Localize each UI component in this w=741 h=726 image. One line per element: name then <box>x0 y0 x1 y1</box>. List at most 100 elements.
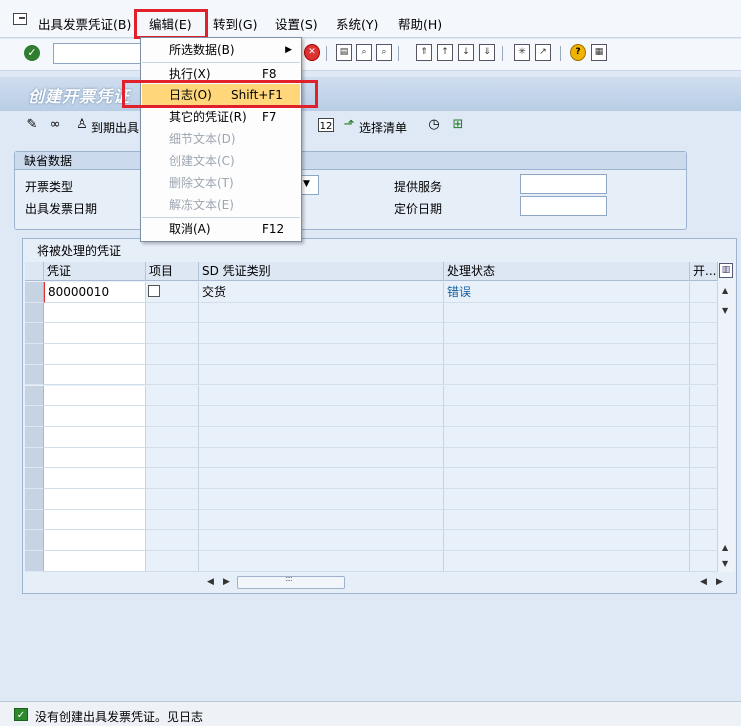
due-billing-button[interactable]: 到期出具 <box>91 119 139 136</box>
cancel-icon[interactable]: ✕ <box>304 44 320 61</box>
row-selector[interactable] <box>25 406 44 427</box>
print-icon[interactable]: ▤ <box>336 44 352 61</box>
status-message[interactable]: 没有创建出具发票凭证。见日志 <box>35 708 203 725</box>
table-cell-item <box>146 385 199 407</box>
clock-icon[interactable]: ◷ <box>426 117 442 133</box>
row-selector[interactable] <box>25 468 44 489</box>
column-header-category[interactable]: SD 凭证类别 <box>199 262 444 281</box>
column-header-status[interactable]: 处理状态 <box>444 262 690 281</box>
scroll-left-icon[interactable]: ◀ <box>207 577 214 587</box>
scroll-page-down-icon[interactable]: ▼ <box>722 559 728 568</box>
selection-list-icon[interactable]: ⬏ <box>341 117 357 133</box>
menu-item-selected-data[interactable]: 所选数据(B) ▶ <box>142 39 300 61</box>
horizontal-scroll-thumb[interactable]: :::: <box>237 574 345 589</box>
table-cell-more <box>690 323 718 345</box>
table-cell-category <box>199 426 444 448</box>
table-cell-document[interactable] <box>44 344 146 365</box>
scroll-down-icon[interactable]: ▼ <box>722 306 728 315</box>
table-cell-document[interactable] <box>44 364 146 386</box>
table-cell-more <box>690 385 718 407</box>
table-cell-status: 错误 <box>444 282 690 303</box>
last-page-icon[interactable]: ⇓ <box>479 44 495 61</box>
table-cell-more <box>690 364 718 386</box>
menu-item-other-documents[interactable]: 其它的凭证(R) F7 <box>142 106 300 128</box>
scroll-right-icon[interactable]: ▶ <box>223 577 230 587</box>
first-page-icon[interactable]: ⇑ <box>416 44 432 61</box>
table-cell-document[interactable]: 80000010 <box>44 282 146 303</box>
table-cell-item <box>146 323 199 345</box>
calendar-icon[interactable]: 12 <box>318 118 334 132</box>
table-cell-document[interactable] <box>44 489 146 510</box>
previous-page-icon[interactable]: ↑ <box>437 44 453 61</box>
help-icon[interactable]: ? <box>570 44 586 61</box>
menu-system[interactable]: 系统(Y) <box>336 14 378 33</box>
menu-goto[interactable]: 转到(G) <box>213 14 257 33</box>
table-cell-more <box>690 344 718 365</box>
row-selector[interactable] <box>25 385 44 407</box>
row-selector[interactable] <box>25 530 44 552</box>
row-selector[interactable] <box>25 426 44 448</box>
table-cell-status <box>444 364 690 386</box>
table-cell-document[interactable] <box>44 551 146 572</box>
table-cell-status <box>444 302 690 324</box>
column-header-more[interactable]: 开... <box>690 262 718 281</box>
row-selector[interactable] <box>25 323 44 345</box>
find-icon[interactable]: ⌕ <box>356 44 372 61</box>
table-cell-status <box>444 468 690 489</box>
table-cell-document[interactable] <box>44 406 146 427</box>
menu-item-cancel[interactable]: 取消(A) F12 <box>142 217 300 239</box>
default-data-header: 缺省数据 <box>15 152 686 170</box>
new-session-icon[interactable]: ✳ <box>514 44 530 61</box>
table-cell-document[interactable] <box>44 509 146 531</box>
row-selector[interactable] <box>25 509 44 531</box>
menu-settings[interactable]: 设置(S) <box>275 14 318 33</box>
horizontal-scrollbar[interactable]: ◀ ▶ :::: ◀ ▶ <box>200 574 723 591</box>
table-cell-document[interactable] <box>44 385 146 407</box>
row-selector[interactable] <box>25 447 44 469</box>
row-selector[interactable] <box>25 364 44 386</box>
person-icon[interactable]: ♙ <box>74 117 90 133</box>
menu-billing-document[interactable]: 出具发票凭证(B) <box>38 14 131 33</box>
services-input[interactable] <box>520 174 607 194</box>
column-header-document[interactable]: 凭证 <box>44 262 146 281</box>
scroll-right-end-icon[interactable]: ▶ <box>716 577 723 587</box>
shortcut-icon[interactable]: ↗ <box>535 44 551 61</box>
row-selector-header[interactable] <box>25 262 44 281</box>
column-settings-icon[interactable]: ▥ <box>719 263 733 278</box>
column-header-item[interactable]: 项目 <box>146 262 199 281</box>
add-icon[interactable]: ⊞ <box>450 117 466 133</box>
table-cell-more <box>690 551 718 572</box>
enter-check-icon[interactable]: ✓ <box>24 45 40 61</box>
table-cell-document[interactable] <box>44 530 146 552</box>
selection-list-button[interactable]: 选择清单 <box>359 119 407 136</box>
command-field[interactable] <box>53 43 143 64</box>
menu-window-icon[interactable] <box>13 13 27 25</box>
table-cell-document[interactable] <box>44 323 146 345</box>
scroll-left-end-icon[interactable]: ◀ <box>700 577 707 587</box>
pricing-date-input[interactable] <box>520 196 607 216</box>
customize-layout-icon[interactable]: ▦ <box>591 44 607 61</box>
vertical-scrollbar[interactable]: ▥ ▲ ▼ ▲ ▼ <box>718 262 735 572</box>
menu-help[interactable]: 帮助(H) <box>398 14 442 33</box>
table-cell-document[interactable] <box>44 468 146 489</box>
row-selector[interactable] <box>25 551 44 572</box>
table-cell-status <box>444 426 690 448</box>
next-page-icon[interactable]: ↓ <box>458 44 474 61</box>
find-next-icon[interactable]: ⌕ <box>376 44 392 61</box>
application-toolbar: ✎ ∞ ♙ 到期出具 12 ⬏ 选择清单 ◷ ⊞ <box>0 112 741 140</box>
item-detail-icon[interactable] <box>148 285 160 297</box>
display-glasses-icon[interactable]: ∞ <box>47 117 63 133</box>
table-cell-document[interactable] <box>44 302 146 324</box>
row-selector[interactable] <box>25 344 44 365</box>
scroll-up-icon[interactable]: ▲ <box>722 286 728 295</box>
row-selector[interactable] <box>25 302 44 324</box>
row-selector[interactable] <box>25 489 44 510</box>
table-cell-document[interactable] <box>44 447 146 469</box>
scroll-page-up-icon[interactable]: ▲ <box>722 543 728 552</box>
title-band: 创建开票凭证 <box>0 77 741 111</box>
table-cell-item <box>146 489 199 510</box>
table-cell-document[interactable] <box>44 426 146 448</box>
edit-pencil-icon[interactable]: ✎ <box>24 117 40 133</box>
row-selector[interactable] <box>25 282 44 303</box>
table-cell-item <box>146 551 199 572</box>
